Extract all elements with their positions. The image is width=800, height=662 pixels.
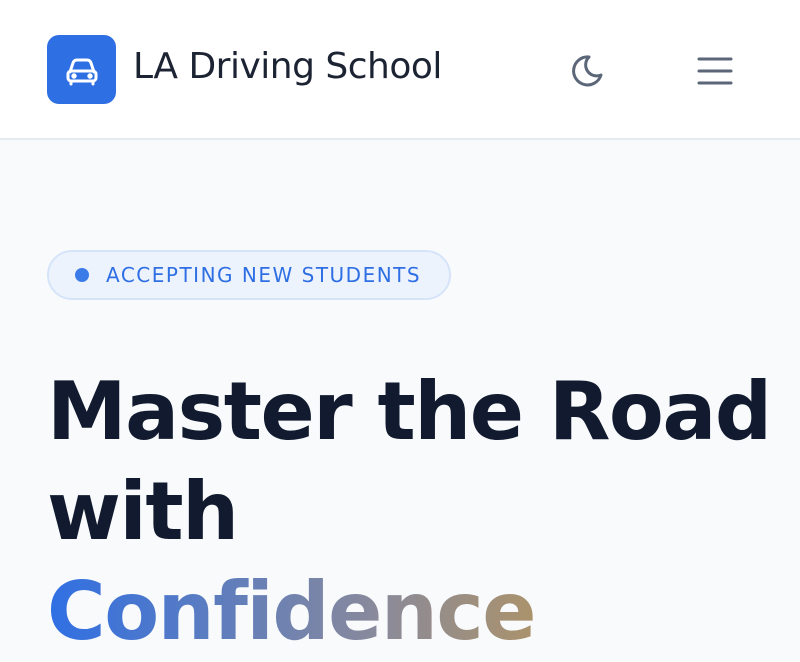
hero-headline: Master the Road with Confidence [47,362,787,662]
badge-label: ACCEPTING NEW STUDENTS [106,263,422,287]
brand-name[interactable]: LA Driving School [133,46,442,87]
site-header: LA Driving School [0,0,800,140]
logo[interactable] [47,35,116,104]
headline-highlight-word: Confidence [47,562,787,662]
moon-icon [572,55,603,87]
status-badge: ACCEPTING NEW STUDENTS [47,250,452,300]
headline-line-2: with [47,465,239,558]
hamburger-menu-icon [697,57,733,85]
status-dot [75,268,89,282]
headline-line-1: Master the Road [47,365,772,458]
hero-section: ACCEPTING NEW STUDENTS Master the Road w… [0,142,800,658]
theme-toggle-button[interactable] [566,50,608,92]
menu-button[interactable] [692,48,738,94]
car-icon [66,58,97,85]
